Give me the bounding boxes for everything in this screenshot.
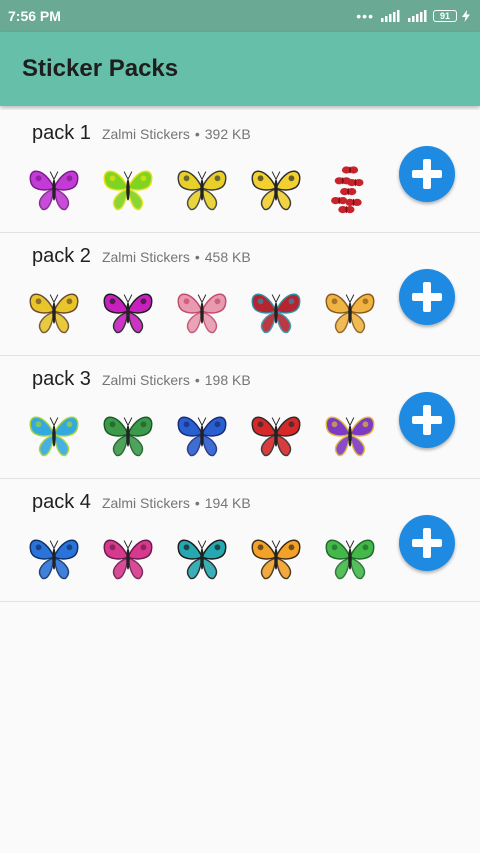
add-to-whatsapp-button[interactable] [399, 515, 455, 571]
pack-publisher: Zalmi Stickers [101, 126, 190, 142]
butterfly-sticker [96, 402, 160, 466]
pack-size: 458 KB [204, 249, 251, 265]
pack-size: 194 KB [204, 495, 251, 511]
pack-header: pack 2 Zalmi Stickers • 458 KB [32, 245, 251, 268]
add-to-whatsapp-button[interactable] [399, 392, 455, 448]
charging-icon [462, 10, 470, 22]
separator-dot: • [194, 495, 200, 511]
sticker-pack-list: pack 1 Zalmi Stickers • 392 KB pack 2 Zalmi S… [0, 110, 480, 602]
pack-size: 198 KB [204, 372, 251, 388]
pack-header: pack 3 Zalmi Stickers • 198 KB [32, 368, 251, 391]
pack-size: 392 KB [204, 126, 251, 142]
butterfly-sticker [22, 525, 86, 589]
sticker-preview-strip [22, 156, 382, 220]
battery-icon: 91 [433, 10, 457, 22]
add-to-whatsapp-button[interactable] [399, 269, 455, 325]
signal-icon [408, 10, 427, 22]
dots-icon: ••• [356, 8, 374, 24]
butterfly-sticker [170, 156, 234, 220]
status-bar: 7:56 PM ••• 91 [0, 0, 480, 32]
signal-icon [381, 10, 400, 22]
butterfly-sticker [244, 156, 308, 220]
pack-name: pack 4 [32, 491, 91, 513]
sticker-preview-strip [22, 525, 382, 589]
butterfly-sticker [170, 279, 234, 343]
pack-name: pack 2 [32, 245, 91, 267]
butterfly-sticker [170, 525, 234, 589]
sticker-pack-row[interactable]: pack 2 Zalmi Stickers • 458 KB [0, 233, 480, 356]
pack-name: pack 1 [32, 122, 91, 144]
sticker-preview-strip [22, 279, 382, 343]
pack-publisher: Zalmi Stickers [101, 372, 190, 388]
butterfly-sticker [318, 279, 382, 343]
plus-icon [412, 528, 442, 558]
butterfly-cluster-sticker [318, 156, 382, 220]
plus-icon [412, 282, 442, 312]
butterfly-sticker [244, 279, 308, 343]
separator-dot: • [194, 126, 200, 142]
separator-dot: • [194, 249, 200, 265]
butterfly-sticker [244, 402, 308, 466]
butterfly-sticker [96, 156, 160, 220]
sticker-pack-row[interactable]: pack 4 Zalmi Stickers • 194 KB [0, 479, 480, 602]
pack-name: pack 3 [32, 368, 91, 390]
add-to-whatsapp-button[interactable] [399, 146, 455, 202]
butterfly-sticker [318, 525, 382, 589]
butterfly-sticker [96, 525, 160, 589]
butterfly-sticker [318, 402, 382, 466]
pack-publisher: Zalmi Stickers [101, 495, 190, 511]
plus-icon [412, 405, 442, 435]
sticker-pack-row[interactable]: pack 1 Zalmi Stickers • 392 KB [0, 110, 480, 233]
app-bar: Sticker Packs [0, 32, 480, 106]
sticker-preview-strip [22, 402, 382, 466]
separator-dot: • [194, 372, 200, 388]
butterfly-sticker [244, 525, 308, 589]
pack-header: pack 1 Zalmi Stickers • 392 KB [32, 122, 251, 145]
plus-icon [412, 159, 442, 189]
butterfly-sticker [22, 156, 86, 220]
sticker-pack-row[interactable]: pack 3 Zalmi Stickers • 198 KB [0, 356, 480, 479]
butterfly-sticker [170, 402, 234, 466]
butterfly-sticker [96, 279, 160, 343]
pack-publisher: Zalmi Stickers [101, 249, 190, 265]
butterfly-sticker [22, 402, 86, 466]
page-title: Sticker Packs [22, 55, 179, 82]
status-time: 7:56 PM [8, 8, 61, 24]
pack-header: pack 4 Zalmi Stickers • 194 KB [32, 491, 251, 514]
status-icons: ••• 91 [356, 8, 470, 24]
butterfly-sticker [22, 279, 86, 343]
